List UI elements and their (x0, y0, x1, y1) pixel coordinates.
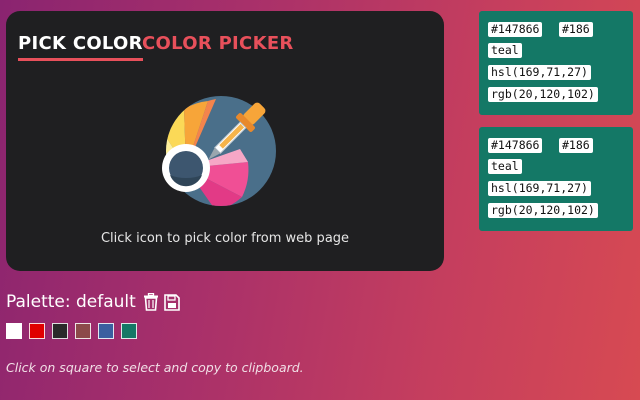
hsl-chip[interactable]: hsl(169,71,27) (488, 181, 591, 196)
short-hex-chip[interactable]: #186 (559, 138, 593, 153)
color-card: #147866 #186 teal hsl(169,71,27) rgb(20,… (479, 11, 633, 115)
trash-icon[interactable] (143, 293, 159, 311)
palette-swatch[interactable] (29, 323, 45, 339)
hex-chip[interactable]: #147866 (488, 138, 543, 153)
eyedropper-color-wheel-icon[interactable] (156, 87, 286, 212)
hex-chip[interactable]: #147866 (488, 22, 543, 37)
tab-pick-color[interactable]: PICK COLOR (18, 33, 143, 61)
floppy-disk-icon[interactable] (164, 293, 180, 311)
palette-swatch[interactable] (98, 323, 114, 339)
short-hex-chip[interactable]: #186 (559, 22, 593, 37)
palette-hint: Click on square to select and copy to cl… (6, 360, 304, 375)
picker-panel: PICK COLOR COLOR PICKER Click icon to pi… (6, 11, 444, 271)
pick-caption: Click icon to pick color from web page (100, 231, 350, 246)
color-card: #147866 #186 teal hsl(169,71,27) rgb(20,… (479, 127, 633, 231)
hsl-chip[interactable]: hsl(169,71,27) (488, 65, 591, 80)
palette-title: Palette: default (6, 292, 136, 312)
palette-swatch[interactable] (75, 323, 91, 339)
palette-swatch[interactable] (121, 323, 137, 339)
tab-color-picker[interactable]: COLOR PICKER (142, 33, 294, 54)
color-name-chip[interactable]: teal (488, 159, 522, 174)
rgb-chip[interactable]: rgb(20,120,102) (488, 87, 598, 102)
palette-swatch[interactable] (52, 323, 68, 339)
palette-swatch[interactable] (6, 323, 22, 339)
color-name-chip[interactable]: teal (488, 43, 522, 58)
rgb-chip[interactable]: rgb(20,120,102) (488, 203, 598, 218)
